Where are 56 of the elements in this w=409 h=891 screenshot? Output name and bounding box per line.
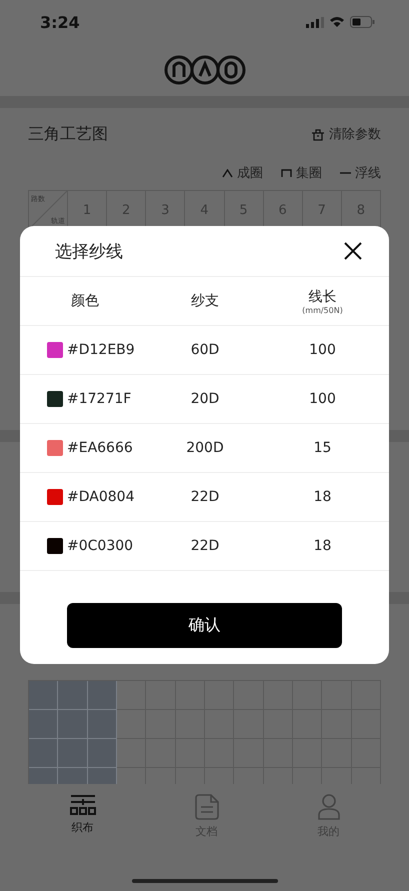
color-code: #DA0804 bbox=[67, 489, 134, 505]
confirm-button[interactable]: 确认 bbox=[67, 603, 342, 648]
tab[interactable]: 织布 bbox=[64, 794, 102, 848]
legend-label: 浮线 bbox=[355, 165, 381, 182]
logo-icon bbox=[162, 54, 246, 86]
grid-cell[interactable] bbox=[29, 681, 58, 710]
caret-icon bbox=[222, 168, 233, 178]
yarn-count: 20D bbox=[190, 391, 220, 407]
color-code: #D12EB9 bbox=[67, 342, 135, 358]
dash-icon bbox=[340, 172, 351, 174]
yarn-length: 18 bbox=[314, 489, 332, 505]
grid-cell[interactable] bbox=[116, 681, 146, 710]
yarn-row[interactable]: #D12EB9 60D 100 bbox=[20, 326, 389, 375]
unit-label: (mm/50N) bbox=[302, 306, 343, 314]
yarn-length: 18 bbox=[314, 538, 332, 554]
grid-cell[interactable] bbox=[88, 710, 117, 739]
status-time: 3:24 bbox=[40, 12, 80, 32]
yarn-row[interactable]: #EA6666 200D 15 bbox=[20, 424, 389, 473]
grid-cell[interactable] bbox=[116, 710, 146, 739]
grid-cell[interactable] bbox=[116, 739, 146, 768]
color-code: #EA6666 bbox=[67, 440, 133, 456]
yarn-count: 60D bbox=[190, 342, 220, 358]
yarn-length: 15 bbox=[314, 440, 332, 456]
person-icon bbox=[318, 794, 340, 820]
color-code: #0C0300 bbox=[67, 538, 134, 554]
yarn-row[interactable]: #0C0300 22D 18 bbox=[20, 522, 389, 571]
signal-icon bbox=[306, 16, 324, 28]
grid-cell[interactable] bbox=[29, 739, 58, 768]
yarn-count: 22D bbox=[190, 489, 220, 505]
column-header: 线长 bbox=[308, 288, 336, 306]
column-header: 纱支 bbox=[191, 292, 219, 310]
trash-icon bbox=[311, 128, 325, 140]
bracket-icon bbox=[281, 169, 292, 177]
dialog-title: 选择纱线 bbox=[55, 240, 123, 262]
yarn-row[interactable]: #DA0804 22D 18 bbox=[20, 473, 389, 522]
grid-cell[interactable] bbox=[29, 710, 58, 739]
color-code: #17271F bbox=[67, 391, 132, 407]
yarn-count: 22D bbox=[190, 538, 220, 554]
document-icon bbox=[194, 794, 218, 820]
battery-icon bbox=[350, 16, 375, 28]
yarn-length: 100 bbox=[309, 391, 336, 407]
yarn-row[interactable]: #17271F 20D 100 bbox=[20, 375, 389, 424]
grid-cell[interactable] bbox=[88, 739, 117, 768]
wifi-icon bbox=[329, 16, 345, 28]
grid-cell[interactable] bbox=[58, 710, 88, 739]
grid-cell[interactable] bbox=[58, 681, 88, 710]
fabric-icon bbox=[70, 794, 96, 816]
grid-cell[interactable] bbox=[88, 681, 117, 710]
close-icon[interactable] bbox=[344, 242, 362, 260]
yarn-length: 100 bbox=[309, 342, 336, 358]
section-title: 三角工艺图 bbox=[28, 124, 108, 144]
grid-cell[interactable] bbox=[58, 739, 88, 768]
column-header: 颜色 bbox=[71, 292, 99, 310]
legend-label: 集圈 bbox=[296, 165, 322, 182]
legend-label: 成圈 bbox=[237, 165, 263, 182]
yarn-count: 200D bbox=[186, 440, 224, 456]
